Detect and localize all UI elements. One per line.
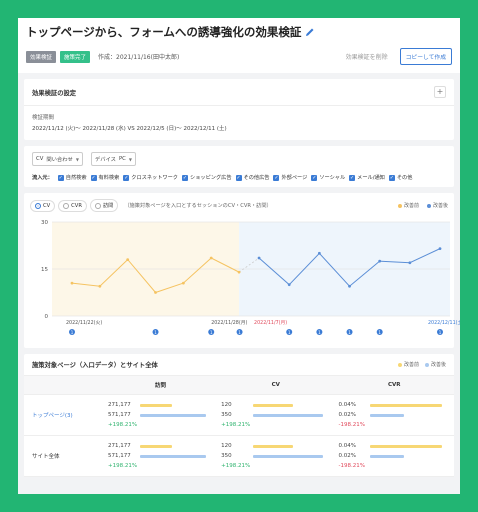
check-icon: ✓ <box>182 174 188 181</box>
column-header: CV <box>217 375 335 395</box>
main-page: トップページから、フォームへの誘導強化の効果検証 効果検証 施策完了 作成：20… <box>18 18 460 494</box>
comparison-table: 訪問 CV CVR トップページ(3) 271,177 571,177 +198… <box>24 375 454 477</box>
before-point <box>181 281 185 285</box>
event-marker-label: 1 <box>71 330 74 335</box>
x-tick-label: 2022/12/11(土) <box>428 319 460 326</box>
period-label: 検証期間 <box>32 115 55 121</box>
source-checkbox[interactable]: ✓ 外部ページ <box>273 174 307 181</box>
before-point <box>237 270 241 274</box>
check-icon: ✓ <box>57 174 64 181</box>
source-checkbox[interactable]: ✓ その他広告 <box>235 174 269 181</box>
inflow-sources: 流入元： ✓ 自然検索 ✓ 有料検索 ✓ クロスネットワーク ✓ ショッピング広告 ✓ そ… <box>32 174 446 181</box>
row-label: サイト全体 <box>24 435 104 477</box>
after-point <box>438 247 442 251</box>
change-value: +198.21% <box>108 463 138 469</box>
y-tick-label: 30 <box>41 220 48 226</box>
radio-cv[interactable]: CV <box>30 199 56 212</box>
source-checkbox[interactable]: ✓ その他 <box>388 174 412 181</box>
source-checkbox[interactable]: ✓ 自然検索 <box>57 174 87 181</box>
change-value: +198.21% <box>221 422 251 428</box>
event-marker-label: 1 <box>378 330 381 335</box>
before-point <box>70 281 74 285</box>
device-select[interactable]: デバイス PC ▼ <box>90 152 136 166</box>
event-marker-label: 1 <box>210 330 213 335</box>
change-value: -198.21% <box>338 422 365 428</box>
check-icon: ✓ <box>311 174 318 181</box>
chart-note: （施策対象ページを入口とするセッションのCV・CVR・訪問） <box>124 203 272 209</box>
check-icon: ✓ <box>123 174 130 181</box>
settings-card: 効果検証の設定 + 検証期間 2022/11/12 (火)〜 2022/11/2… <box>24 79 454 140</box>
check-icon: ✓ <box>349 174 356 181</box>
after-point <box>317 251 321 255</box>
event-marker-label: 1 <box>439 330 442 335</box>
event-marker-label: 1 <box>154 330 157 335</box>
before-point <box>126 258 130 261</box>
check-icon: ✓ <box>273 174 280 181</box>
cv-select[interactable]: CV 問い合わせ ▼ <box>32 152 83 166</box>
before-point <box>154 291 157 294</box>
after-point <box>287 283 291 287</box>
settings-title: 効果検証の設定 <box>32 89 77 97</box>
event-marker-label: 1 <box>288 330 291 335</box>
x-tick-label: 2022/11/28(月) <box>211 320 247 326</box>
legend-after: 改善後 <box>424 361 446 368</box>
event-marker-label: 1 <box>238 330 241 335</box>
source-checkbox[interactable]: ✓ クロスネットワーク <box>123 174 178 181</box>
before-point <box>209 256 213 260</box>
source-checkbox[interactable]: ✓ メール/通知 <box>349 174 385 181</box>
check-icon: ✓ <box>90 174 97 181</box>
after-point <box>257 256 261 260</box>
after-point <box>348 284 351 288</box>
empty-header <box>24 375 104 395</box>
pencil-icon[interactable] <box>305 27 315 37</box>
y-tick-label: 15 <box>41 267 48 273</box>
source-checkbox[interactable]: ✓ ソーシャル <box>311 174 345 181</box>
chevron-down-icon: ▼ <box>75 156 79 162</box>
chevron-down-icon: ▼ <box>128 156 132 162</box>
event-marker-label: 1 <box>318 330 321 335</box>
radio-cvr[interactable]: CVR <box>58 199 87 212</box>
filters-card: CV 問い合わせ ▼ デバイス PC ▼ 流入元： ✓ 自然検索 ✓ 有料検索 ✓ ク… <box>24 146 454 187</box>
change-value: +198.21% <box>108 422 138 428</box>
table-title: 施策対象ページ（入口データ）とサイト全体 <box>32 362 158 369</box>
header: トップページから、フォームへの誘導強化の効果検証 効果検証 施策完了 作成：20… <box>18 18 460 73</box>
inflow-label: 流入元： <box>32 175 53 181</box>
column-header: CVR <box>334 375 454 395</box>
after-point <box>378 259 382 263</box>
period-value: 2022/11/12 (火)〜 2022/11/28 (水) VS 2022/1… <box>32 126 227 132</box>
legend-after: 改善後 <box>426 202 448 209</box>
delete-link[interactable]: 効果検証を削除 <box>346 52 388 61</box>
x-tick-label: 2022/11/22(火) <box>66 320 102 326</box>
row-link[interactable]: トップページ(3) <box>24 394 104 436</box>
table-row: サイト全体 271,177 571,177 +198.21% 120 350 +… <box>24 435 454 477</box>
table-row: トップページ(3) 271,177 571,177 +198.21% 120 3… <box>24 394 454 436</box>
page-title: トップページから、フォームへの誘導強化の効果検証 <box>26 25 302 39</box>
line-chart: 0 15 30 2022/11/22(火) 2022/11/28(月) 2022/11/7… <box>41 220 460 335</box>
created-info: 作成：2021/11/16(田中太郎) <box>98 54 180 61</box>
source-checkbox[interactable]: ✓ ショッピング広告 <box>182 174 232 181</box>
copy-button[interactable]: コピーして作成 <box>399 48 452 65</box>
change-value: +198.21% <box>221 463 251 469</box>
before-point <box>98 284 102 288</box>
chart-card: CV CVR 訪問 （施策対象ページを入口とするセッションのCV・CVR・訪問）… <box>24 193 460 348</box>
status-badge: 施策完了 <box>60 50 91 63</box>
after-point <box>408 261 412 265</box>
check-icon: ✓ <box>235 174 242 181</box>
radio-visits[interactable]: 訪問 <box>89 199 119 212</box>
legend-before: 改善前 <box>397 361 419 368</box>
type-badge: 効果検証 <box>26 50 57 63</box>
column-header: 訪問 <box>104 375 218 395</box>
legend-before: 改善前 <box>397 202 419 209</box>
add-button[interactable]: + <box>434 86 446 98</box>
y-tick-label: 0 <box>45 314 49 320</box>
event-marker-label: 1 <box>348 330 351 335</box>
x-tick-label: 2022/11/7(月) <box>254 320 287 326</box>
source-checkbox[interactable]: ✓ 有料検索 <box>90 174 119 181</box>
check-icon: ✓ <box>388 174 395 181</box>
comparison-table-card: 施策対象ページ（入口データ）とサイト全体 改善前 改善後 訪問 CV CVR ト… <box>24 354 454 477</box>
change-value: -198.21% <box>338 463 365 469</box>
